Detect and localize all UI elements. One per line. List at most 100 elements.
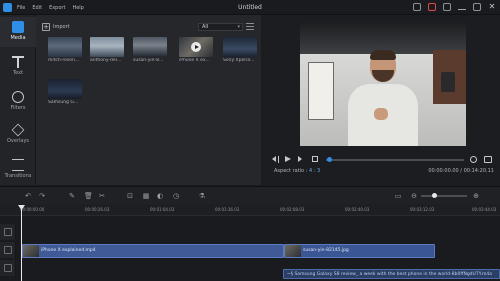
overlays-icon xyxy=(11,123,25,137)
mosaic-icon[interactable]: ▦ xyxy=(142,192,150,200)
stop-icon[interactable] xyxy=(312,156,318,162)
timeline-clip-video[interactable]: iPhone X explained.mp4 xyxy=(22,244,284,258)
text-track-icon xyxy=(4,264,12,272)
fit-icon[interactable]: ▭ xyxy=(394,192,402,200)
crop-icon[interactable]: ⊡ xyxy=(126,192,134,200)
sidebar-item-overlays[interactable]: Overlays xyxy=(0,120,36,150)
video-preview[interactable] xyxy=(300,22,466,146)
clip-thumbnail xyxy=(285,245,301,257)
media-item-label: iPhone X ex... xyxy=(179,58,210,63)
zoom-handle[interactable] xyxy=(432,193,437,198)
media-filter-select[interactable]: All xyxy=(198,23,243,31)
sidebar-item-text[interactable]: Text xyxy=(0,52,36,82)
timecode: 00:00:00.00 / 00:14:20.11 xyxy=(428,168,494,174)
media-item-label: mitch-rosen... xyxy=(48,58,80,63)
track-header-image xyxy=(0,242,16,258)
delete-icon[interactable]: 🗑 xyxy=(84,192,93,200)
track-header-text xyxy=(0,260,16,276)
media-item-label: Samsung G... xyxy=(48,100,79,105)
play-icon[interactable] xyxy=(285,156,291,162)
media-item[interactable]: anthony-del... xyxy=(90,37,124,64)
ruler-tick: 00:01:36.03 xyxy=(215,207,240,212)
aspect-ratio-label: Aspect ratio : xyxy=(274,168,308,174)
media-item[interactable]: mitch-rosen... xyxy=(48,37,82,64)
sidebar: Media Text Filters Overlays Transitions xyxy=(0,15,36,185)
account-icon[interactable] xyxy=(413,3,421,11)
clip-name: ~§ Samsung Galaxy S8 review_ a week with… xyxy=(287,272,492,277)
window-controls: ✕ xyxy=(413,3,496,11)
aspect-ratio: Aspect ratio : 4 : 3 xyxy=(274,168,320,174)
media-item[interactable]: susan-yin-8... xyxy=(133,37,167,64)
next-frame-icon[interactable] xyxy=(298,156,305,163)
minimize-icon[interactable] xyxy=(458,8,466,10)
image-track-icon xyxy=(4,246,12,254)
media-item-label: anthony-del... xyxy=(90,58,122,63)
ruler-tick: 00:00:26.03 xyxy=(85,207,110,212)
ruler-tick: 00:02:08.03 xyxy=(280,207,305,212)
import-label: Import xyxy=(53,23,70,30)
media-thumbnail xyxy=(90,37,124,57)
import-button[interactable]: + Import xyxy=(42,21,70,32)
ruler-tick: 00:02:40.03 xyxy=(345,207,370,212)
playhead[interactable] xyxy=(21,208,22,281)
feedback-icon[interactable] xyxy=(443,3,451,11)
ruler-tick: 00:00:00.00 xyxy=(20,207,45,212)
ruler-tick: 00:03:12.03 xyxy=(410,207,435,212)
zoom-in-icon[interactable]: ⊕ xyxy=(472,192,480,200)
menu-export[interactable]: Export xyxy=(49,5,65,11)
timeline-clip-audio[interactable]: ~§ Samsung Galaxy S8 review_ a week with… xyxy=(283,269,500,279)
media-item[interactable]: Sony Xperia... xyxy=(223,37,257,64)
seek-bar[interactable] xyxy=(326,159,464,161)
media-item[interactable]: iPhone X ex... xyxy=(179,37,213,64)
menu-edit[interactable]: Edit xyxy=(32,5,42,11)
video-track-icon xyxy=(4,228,12,236)
presenter-hand xyxy=(374,108,388,120)
clip-thumbnail xyxy=(23,245,39,257)
record-icon[interactable] xyxy=(428,3,436,11)
previous-frame-icon[interactable] xyxy=(272,156,279,163)
preview-presenter xyxy=(348,50,418,146)
timeline-ruler[interactable]: 00:00:00.00 00:00:26.03 00:01:04.03 00:0… xyxy=(0,204,500,216)
title-bar: File Edit Export Help Untitled ✕ xyxy=(0,0,500,15)
sidebar-item-filters[interactable]: Filters xyxy=(0,87,36,117)
ruler-tick: 00:03:44.03 xyxy=(472,207,497,212)
media-item-label: susan-yin-8... xyxy=(133,58,164,63)
plus-icon: + xyxy=(42,22,50,31)
seek-handle[interactable] xyxy=(327,157,332,162)
aspect-ratio-value[interactable]: 4 : 3 xyxy=(309,168,320,174)
undo-icon[interactable]: ↶ xyxy=(24,192,32,200)
sidebar-item-label: Media xyxy=(10,35,26,41)
media-item[interactable]: Samsung G... xyxy=(48,79,82,106)
redo-icon[interactable]: ↷ xyxy=(38,192,46,200)
color-icon[interactable]: ⚗ xyxy=(198,192,206,200)
sidebar-item-label: Transitions xyxy=(4,173,32,179)
duration-icon[interactable]: ◷ xyxy=(172,192,180,200)
split-icon[interactable]: ✂ xyxy=(98,192,106,200)
menu-bar: File Edit Export Help xyxy=(17,0,84,15)
zoom-slider[interactable] xyxy=(421,195,467,197)
edit-icon[interactable]: ✎ xyxy=(68,192,76,200)
ruler-tick: 00:01:04.03 xyxy=(150,207,175,212)
maximize-icon[interactable] xyxy=(473,3,481,11)
menu-help[interactable]: Help xyxy=(72,5,83,11)
sidebar-item-label: Filters xyxy=(10,105,26,111)
app-logo-icon xyxy=(3,3,12,12)
menu-file[interactable]: File xyxy=(17,5,25,11)
transitions-icon xyxy=(12,159,24,171)
timeline-clip-image[interactable]: susan-yin-82145.jpg xyxy=(284,244,435,258)
media-panel: + Import All mitch-rosen... anthony-del.… xyxy=(36,15,261,185)
clip-name: susan-yin-82145.jpg xyxy=(303,248,349,253)
sidebar-item-media[interactable]: Media xyxy=(0,17,36,47)
sidebar-item-transitions[interactable]: Transitions xyxy=(0,153,36,183)
list-view-icon[interactable] xyxy=(246,23,254,30)
media-thumbnail xyxy=(133,37,167,57)
volume-icon[interactable] xyxy=(470,156,477,163)
playback-controls xyxy=(270,154,496,166)
sidebar-item-label: Overlays xyxy=(6,138,30,144)
presenter-hair xyxy=(370,50,396,60)
media-icon xyxy=(12,21,24,33)
close-icon[interactable]: ✕ xyxy=(488,3,496,11)
rotate-icon[interactable]: ◐ xyxy=(156,192,164,200)
fullscreen-icon[interactable] xyxy=(484,156,492,163)
zoom-out-icon[interactable]: ⊖ xyxy=(410,192,418,200)
